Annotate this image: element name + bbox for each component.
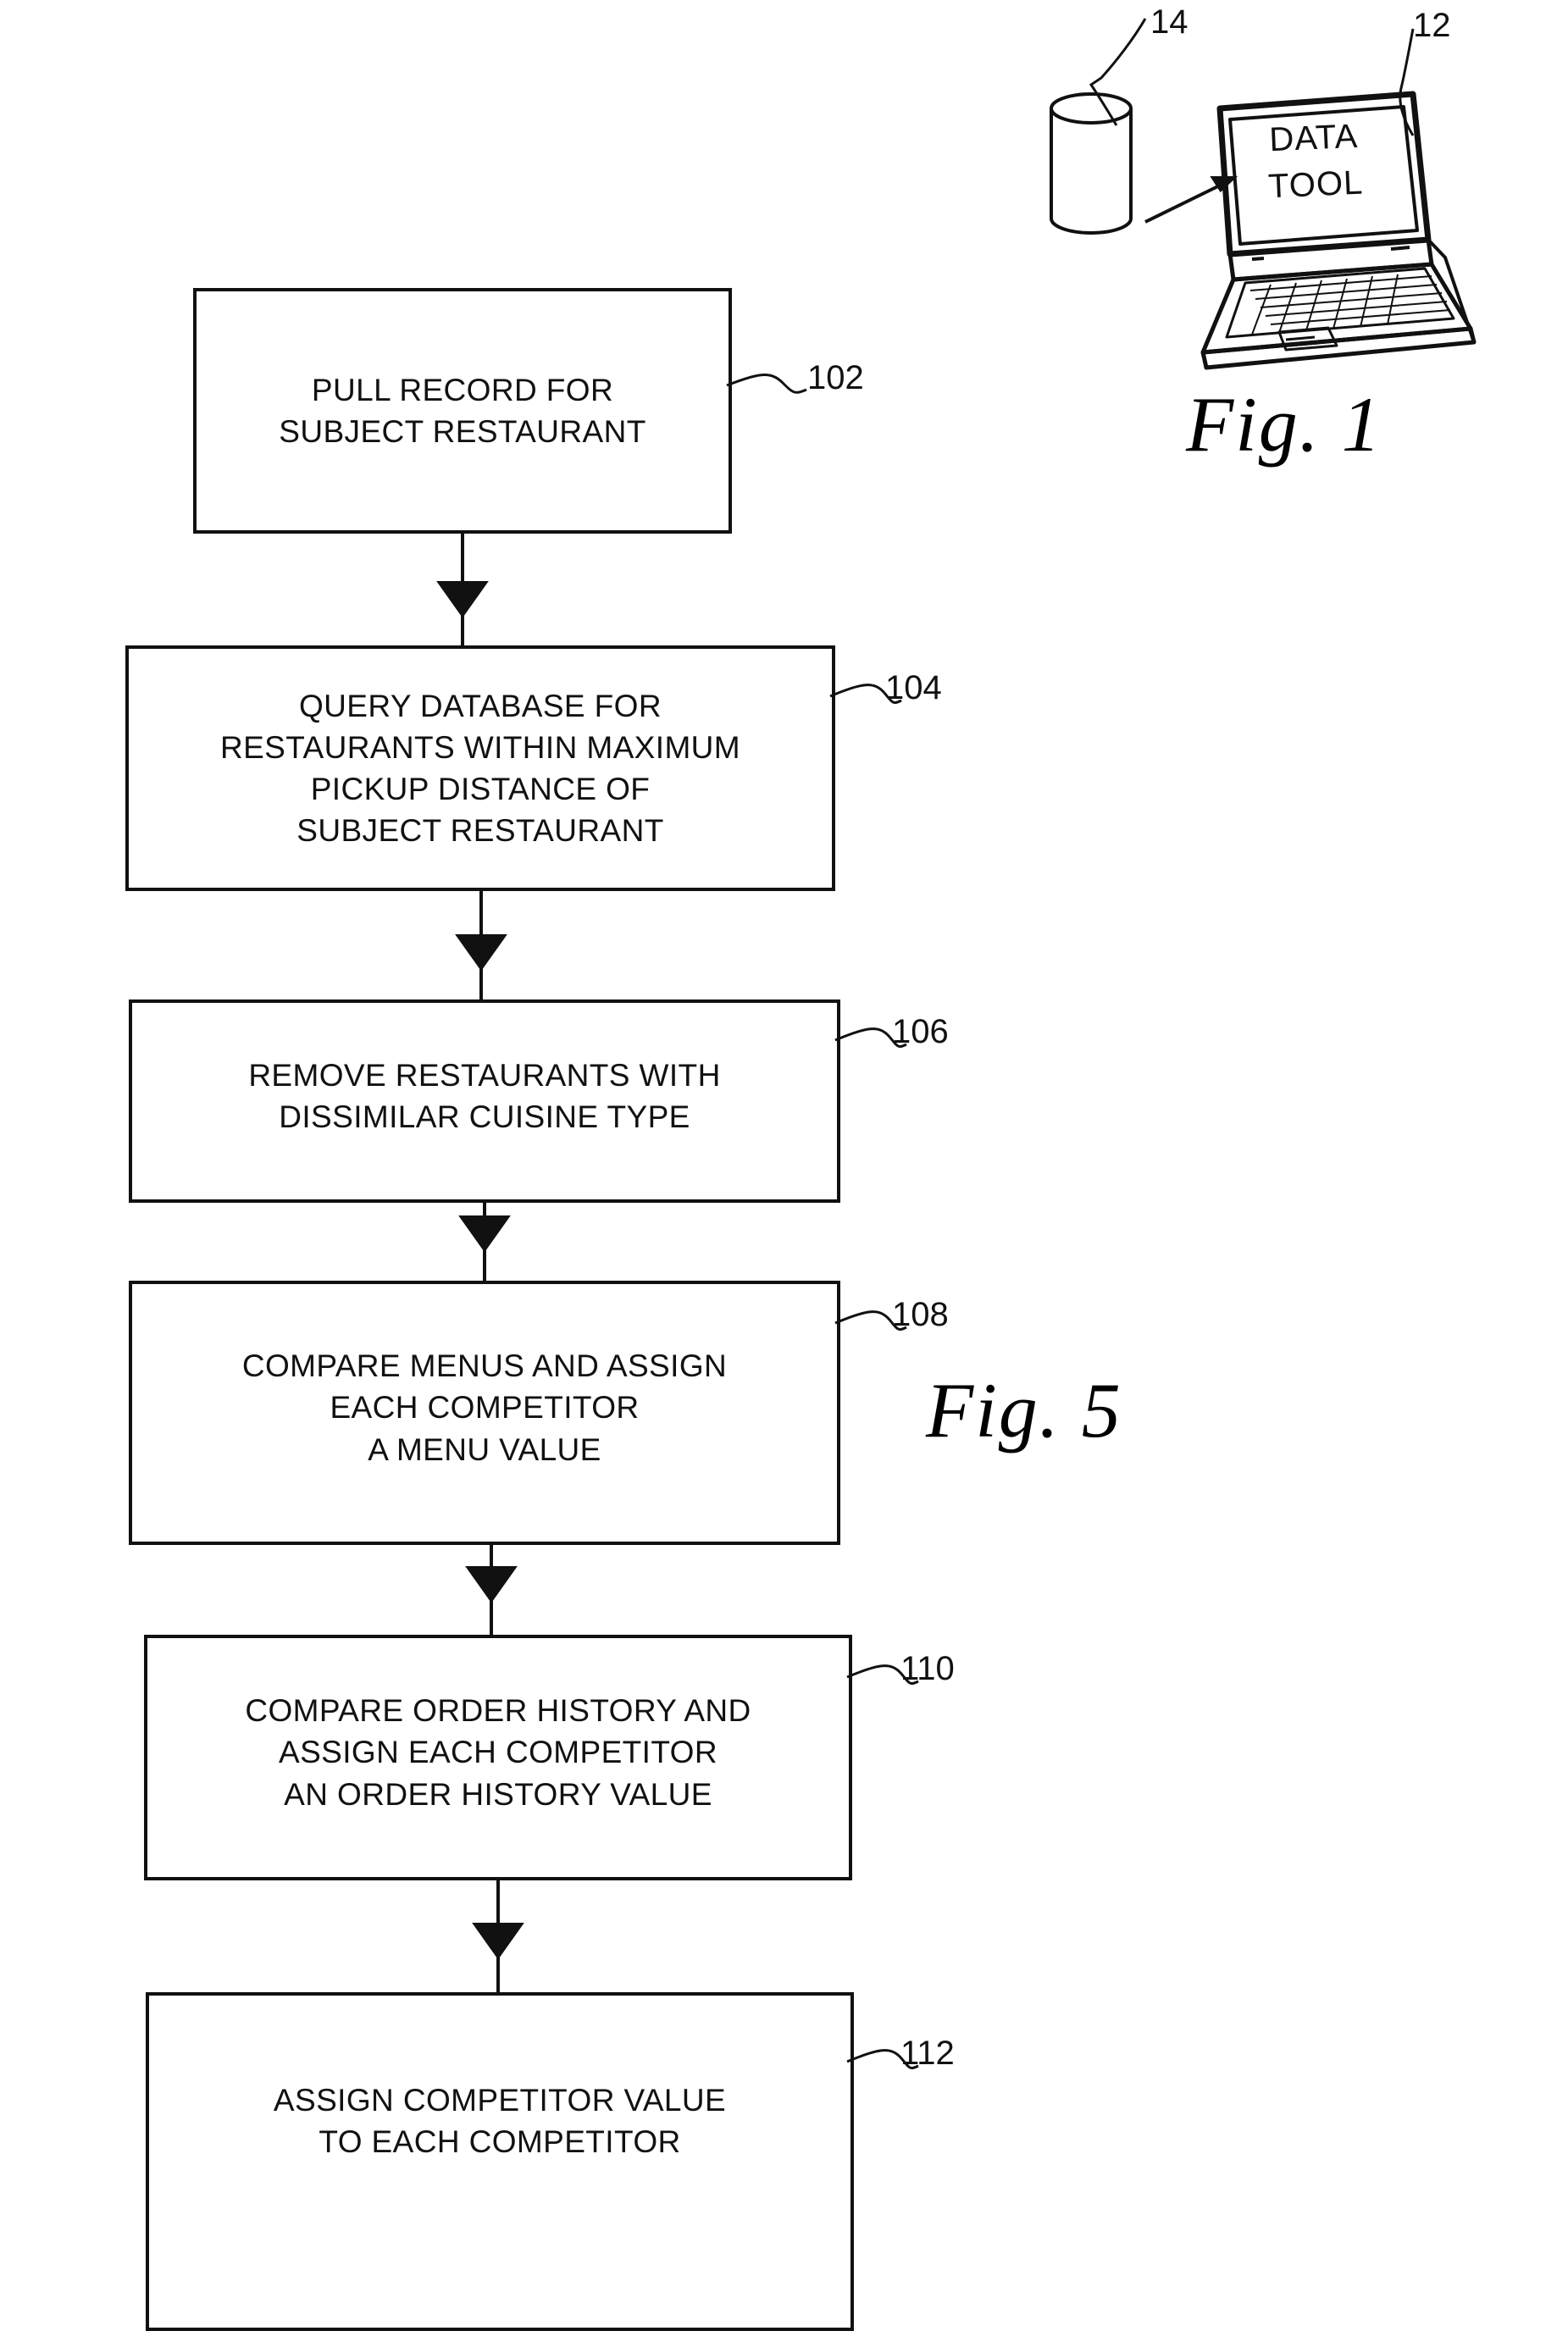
flowchart-step-110: COMPARE ORDER HISTORY AND ASSIGN EACH CO… [144, 1635, 852, 1880]
down-arrow-icon-102-104 [436, 534, 489, 645]
patent-drawing-sheet: DATA TOOL 14 12 Fig. 1 PULL RECORD FOR S… [0, 0, 1568, 2331]
reference-numeral-12: 12 [1413, 7, 1451, 44]
flowchart-step-112: ASSIGN COMPETITOR VALUE TO EACH COMPETIT… [146, 1992, 854, 2331]
reference-numeral-106: 106 [892, 1013, 949, 1050]
flowchart-step-108-label: COMPARE MENUS AND ASSIGN EACH COMPETITOR… [241, 1348, 728, 1467]
reference-numeral-102: 102 [807, 359, 864, 396]
reference-numeral-14: 14 [1150, 3, 1188, 41]
reference-numeral-104: 104 [885, 669, 942, 706]
down-arrow-icon-110-112 [472, 1880, 524, 1992]
flowchart-step-108: COMPARE MENUS AND ASSIGN EACH COMPETITOR… [129, 1281, 840, 1545]
down-arrow-icon-106-108 [458, 1203, 511, 1281]
lead-line-12 [1399, 28, 1415, 136]
flowchart-step-106-label: REMOVE RESTAURANTS WITH DISSIMILAR CUISI… [248, 1057, 721, 1134]
flowchart-step-110-label: COMPARE ORDER HISTORY AND ASSIGN EACH CO… [245, 1693, 751, 1812]
flowchart-step-104-label: QUERY DATABASE FOR RESTAURANTS WITHIN MA… [219, 688, 741, 849]
lead-line-14 [1089, 18, 1147, 126]
flowchart-step-112-label: ASSIGN COMPETITOR VALUE TO EACH COMPETIT… [273, 2082, 727, 2159]
figure-5-caption: Fig. 5 [926, 1367, 1122, 1453]
flowchart-step-102-label: PULL RECORD FOR SUBJECT RESTAURANT [279, 372, 646, 449]
database-cylinder-icon [1050, 92, 1133, 235]
database-to-laptop-arrow-icon [1144, 176, 1238, 224]
flowchart-step-104: QUERY DATABASE FOR RESTAURANTS WITHIN MA… [125, 645, 835, 891]
down-arrow-icon-104-106 [455, 891, 507, 999]
flowchart-step-106: REMOVE RESTAURANTS WITH DISSIMILAR CUISI… [129, 999, 840, 1203]
reference-numeral-112: 112 [900, 2035, 955, 2072]
flowchart-step-102: PULL RECORD FOR SUBJECT RESTAURANT [193, 288, 732, 534]
lead-line-102 [726, 374, 807, 394]
reference-numeral-110: 110 [900, 1650, 955, 1687]
figure-1-caption: Fig. 1 [1186, 381, 1382, 468]
down-arrow-icon-108-110 [465, 1545, 518, 1635]
reference-numeral-108: 108 [892, 1296, 949, 1333]
laptop-screen-label: DATA TOOL [1267, 117, 1365, 206]
